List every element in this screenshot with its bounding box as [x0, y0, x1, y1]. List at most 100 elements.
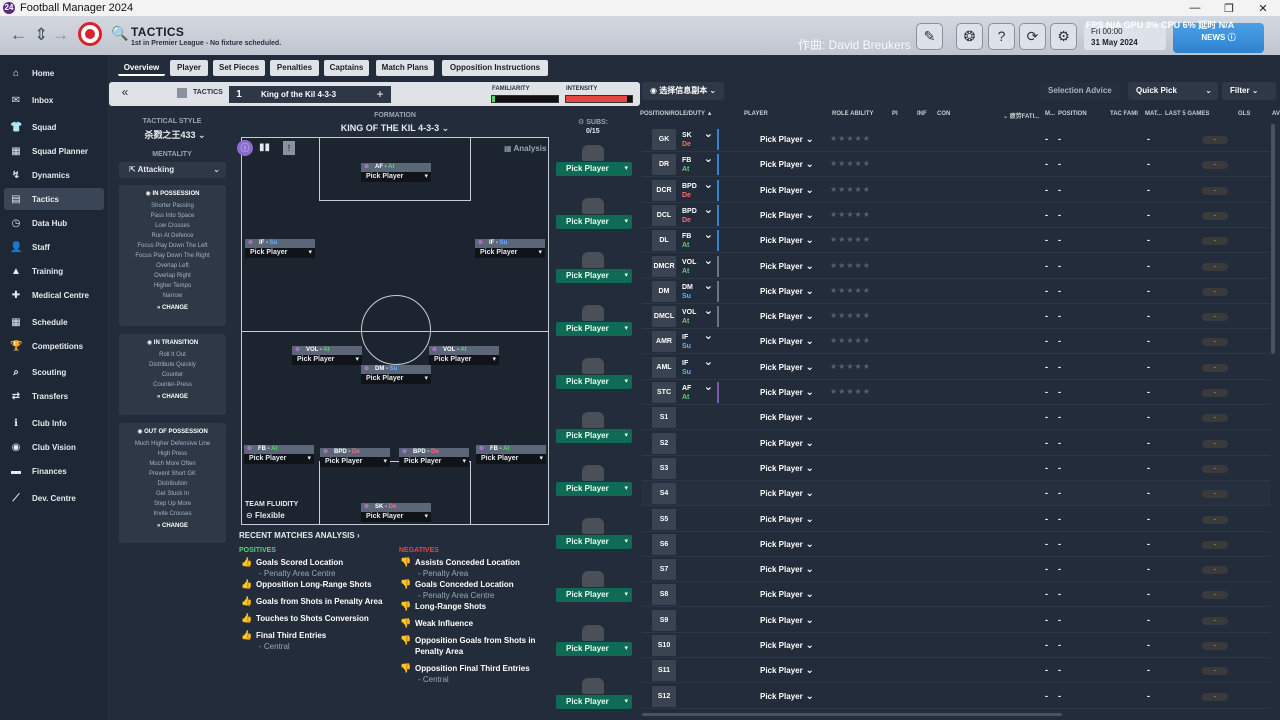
tactic-name-selector[interactable]: King of the Kil 4-3-3 — [249, 86, 369, 103]
pick-player-dropdown[interactable]: Pick Player — [475, 248, 545, 258]
role-duty-dropdown[interactable]: SK De — [676, 129, 718, 150]
pick-player-dropdown[interactable]: Pick Player — [760, 336, 814, 347]
pitch-position-fb[interactable]: ⊗ FB - At Pick Player — [476, 445, 546, 464]
pick-player-dropdown[interactable]: Pick Player — [760, 463, 814, 474]
sub-pick-player-button[interactable]: Pick Player — [556, 588, 632, 603]
sidebar-item-squad-planner[interactable]: ▦ Squad Planner — [0, 140, 107, 162]
club-badge-icon[interactable] — [78, 22, 102, 46]
tab-match-plans[interactable]: Match Plans — [376, 60, 434, 76]
sidebar-item-tactics[interactable]: ▤ Tactics — [4, 188, 104, 210]
pick-player-dropdown[interactable]: Pick Player — [244, 454, 314, 464]
role-duty-dropdown[interactable]: FB At — [676, 154, 718, 175]
minimize-button[interactable]: — — [1178, 2, 1212, 15]
table-row[interactable]: STCAFAtPick Player★★★★★----- — [642, 380, 1270, 405]
filter-button[interactable]: Filter ⌄ — [1222, 82, 1276, 100]
role-duty-dropdown[interactable]: BPD De — [676, 205, 718, 226]
sub-pick-player-button[interactable]: Pick Player — [556, 375, 632, 390]
table-row[interactable]: S7Pick Player----- — [642, 557, 1270, 583]
alert-icon[interactable]: ! — [283, 141, 295, 155]
pick-player-dropdown[interactable]: Pick Player — [760, 514, 814, 525]
bar-chart-icon[interactable]: ▮▮ — [259, 142, 270, 153]
pitch-position-dm[interactable]: ⊗ DM - Su Pick Player — [361, 365, 431, 384]
pick-player-dropdown[interactable]: Pick Player — [760, 412, 814, 423]
sidebar-item-club-info[interactable]: ℹ Club Info — [0, 412, 107, 434]
sidebar-item-competitions[interactable]: 🏆 Competitions — [0, 335, 107, 357]
table-row[interactable]: DCLBPDDePick Player★★★★★----- — [642, 203, 1270, 228]
sidebar-item-inbox[interactable]: ✉ Inbox — [0, 89, 107, 111]
info-view-icon[interactable]: ⓘ — [237, 140, 253, 156]
sub-pick-player-button[interactable]: Pick Player — [556, 535, 632, 550]
sidebar-item-finances[interactable]: ▬ Finances — [0, 460, 107, 482]
pick-player-dropdown[interactable]: Pick Player — [760, 589, 814, 600]
tab-set-pieces[interactable]: Set Pieces — [213, 60, 265, 76]
sidebar-item-club-vision[interactable]: ◉ Club Vision — [0, 436, 107, 458]
table-row[interactable]: S1Pick Player----- — [642, 405, 1270, 431]
pick-player-dropdown[interactable]: Pick Player — [760, 362, 814, 373]
role-duty-dropdown[interactable]: VOL At — [676, 306, 718, 327]
pick-player-dropdown[interactable]: Pick Player — [760, 159, 814, 170]
pick-player-dropdown[interactable]: Pick Player — [760, 235, 814, 246]
pitch-position-vol[interactable]: ⊗ VOL - At Pick Player — [429, 346, 499, 365]
table-row[interactable]: DCRBPDDePick Player★★★★★----- — [642, 178, 1270, 203]
table-row[interactable]: S9Pick Player----- — [642, 608, 1270, 633]
pick-player-dropdown[interactable]: Pick Player — [760, 210, 814, 221]
intensity-meter[interactable] — [565, 95, 633, 103]
pick-player-dropdown[interactable]: Pick Player — [429, 355, 499, 365]
pick-player-dropdown[interactable]: Pick Player — [361, 512, 431, 522]
table-row[interactable]: DMCRVOLAtPick Player★★★★★----- — [642, 254, 1270, 279]
role-duty-dropdown[interactable]: IF Su — [676, 331, 718, 352]
view-selector[interactable]: ◉ 选择信息副本 ⌄ — [642, 82, 725, 100]
sub-pick-player-button[interactable]: Pick Player — [556, 321, 632, 336]
familiarity-meter[interactable] — [491, 95, 559, 103]
help-button[interactable]: ? — [988, 23, 1015, 50]
pitch-position-vol[interactable]: ⊗ VOL - At Pick Player — [292, 346, 362, 365]
table-row[interactable]: S8Pick Player----- — [642, 582, 1270, 608]
pitch-position-fb[interactable]: ⊗ FB - At Pick Player — [244, 445, 314, 464]
forward-arrow-icon[interactable]: → — [52, 25, 69, 45]
table-row[interactable]: DMDMSuPick Player★★★★★----- — [642, 279, 1270, 304]
tactical-style-value[interactable]: 杀戮之王433 ⌄ — [130, 128, 220, 141]
search-icon[interactable]: 🔍 — [111, 25, 128, 42]
tab-captains[interactable]: Captains — [324, 60, 369, 76]
table-row[interactable]: DLFBAtPick Player★★★★★----- — [642, 228, 1270, 254]
mentality-dropdown[interactable]: ⇱ Attacking ⌄ — [119, 162, 226, 178]
pick-player-dropdown[interactable]: Pick Player — [760, 488, 814, 499]
out-of-possession-box[interactable]: ◉ OUT OF POSSESSION Much Higher Defensiv… — [119, 423, 226, 543]
table-row[interactable]: DMCLVOLAtPick Player★★★★★----- — [642, 304, 1270, 330]
sidebar-item-training[interactable]: ▲ Training — [0, 260, 107, 282]
sidebar-item-staff[interactable]: 👤 Staff — [0, 236, 107, 258]
pitch-position-af[interactable]: ⊗ AF - At Pick Player — [361, 163, 431, 182]
role-duty-dropdown[interactable]: FB At — [676, 230, 718, 251]
in-possession-box[interactable]: ◉ IN POSSESSION Shorter Passing Pass Into… — [119, 185, 226, 326]
sub-pick-player-button[interactable]: Pick Player — [556, 215, 632, 230]
add-tactic-button[interactable]: + — [369, 86, 391, 103]
column-header[interactable]: TAC FAMI — [1110, 111, 1138, 117]
pick-player-dropdown[interactable]: Pick Player — [399, 457, 469, 467]
role-duty-dropdown[interactable]: BPD De — [676, 180, 718, 201]
role-duty-dropdown[interactable]: DM Su — [676, 281, 718, 302]
in-possession-change-button[interactable]: » CHANGE — [119, 305, 226, 311]
pick-player-dropdown[interactable]: Pick Player — [361, 172, 431, 182]
table-row[interactable]: AMRIFSuPick Player★★★★★----- — [642, 329, 1270, 355]
pitch-position-bpd[interactable]: ⊗ BPD - De Pick Player — [399, 448, 469, 467]
column-header[interactable]: CON — [937, 111, 950, 117]
tab-player[interactable]: Player — [170, 60, 208, 76]
role-duty-dropdown[interactable]: AF At — [676, 382, 718, 403]
pick-player-dropdown[interactable]: Pick Player — [760, 691, 814, 702]
pick-player-dropdown[interactable]: Pick Player — [760, 185, 814, 196]
column-header[interactable]: INF — [917, 111, 927, 117]
sidebar-item-schedule[interactable]: ▦ Schedule — [0, 311, 107, 333]
settings-button[interactable]: ⚙ — [1050, 23, 1077, 50]
sub-pick-player-button[interactable]: Pick Player — [556, 695, 632, 709]
role-duty-dropdown[interactable]: IF Su — [676, 357, 718, 378]
pick-player-dropdown[interactable]: Pick Player — [476, 454, 546, 464]
recent-analysis-title[interactable]: RECENT MATCHES ANALYSIS › — [239, 531, 360, 540]
table-row[interactable]: S12Pick Player----- — [642, 684, 1270, 709]
horizontal-scrollbar[interactable] — [642, 713, 1062, 716]
pick-player-dropdown[interactable]: Pick Player — [760, 564, 814, 575]
column-header[interactable]: M... — [1045, 111, 1055, 117]
pick-player-dropdown[interactable]: Pick Player — [760, 640, 814, 651]
sidebar-item-transfers[interactable]: ⇄ Transfers — [0, 385, 107, 407]
sub-pick-player-button[interactable]: Pick Player — [556, 481, 632, 496]
out-of-possession-change-button[interactable]: » CHANGE — [119, 523, 226, 529]
